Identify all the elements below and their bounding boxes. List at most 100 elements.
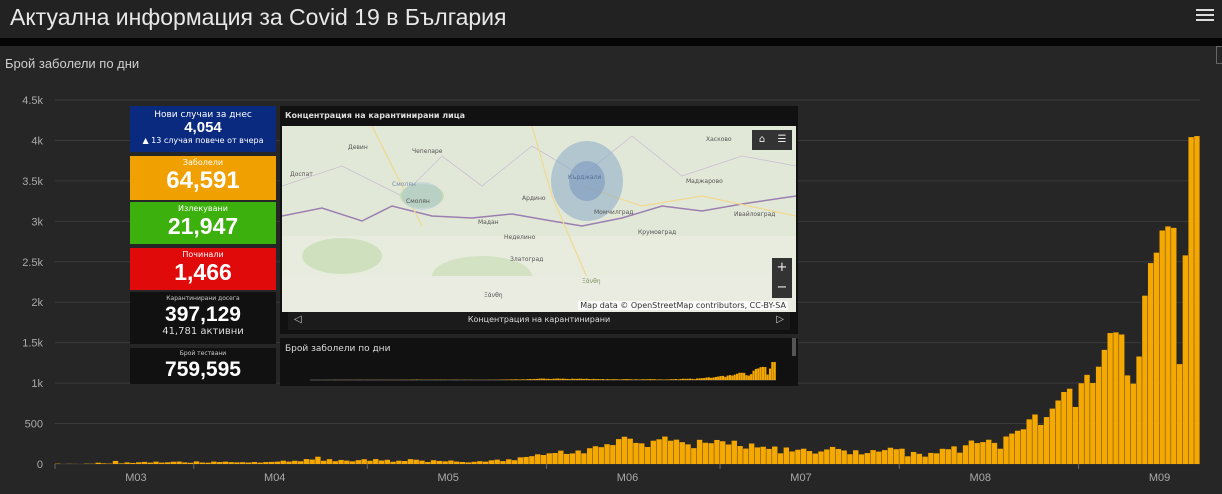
bar [725, 444, 732, 464]
bar [517, 457, 524, 464]
bar [893, 449, 899, 464]
bar [841, 450, 847, 464]
mini-bar [747, 375, 750, 380]
bar [818, 451, 824, 464]
bar [876, 451, 882, 464]
mini-bar [738, 372, 741, 380]
map-label-devin: Девин [348, 144, 368, 151]
mini-bar [568, 379, 572, 380]
mini-bar [564, 378, 567, 380]
month-tick-label: M07 [790, 472, 811, 484]
bar [997, 448, 1003, 464]
bar [390, 461, 396, 464]
mini-bar [724, 376, 727, 380]
bar [321, 460, 327, 464]
bar [743, 448, 749, 464]
bar [1095, 366, 1102, 464]
mini-bar [519, 379, 522, 380]
bar [234, 462, 240, 464]
mini-bar [557, 378, 560, 380]
map-title: Концентрация на карантинирани лица [285, 111, 466, 120]
mini-bar [630, 379, 633, 380]
bar [1072, 406, 1079, 464]
new-cases-label: Нови случаи за днес [154, 110, 252, 120]
bar [124, 462, 130, 464]
month-tick-label: M04 [264, 472, 285, 484]
panel-scrollbar[interactable] [1216, 46, 1222, 64]
bar [263, 462, 269, 464]
bar [448, 460, 454, 464]
bar [1142, 295, 1148, 464]
map-zoom-in-button[interactable]: + [772, 258, 792, 278]
y-tick-label: 500 [25, 419, 43, 431]
map-label-xanthi: Ξάνθη [484, 292, 503, 299]
map-zoom-out-button[interactable]: − [772, 278, 792, 298]
hamburger-menu-icon[interactable] [1196, 6, 1214, 26]
mini-bar [615, 379, 619, 380]
bar [442, 461, 448, 464]
map-home-button[interactable]: ⌂ [752, 130, 772, 150]
bar [945, 449, 951, 464]
bar [477, 461, 483, 464]
bar [667, 440, 674, 464]
mini-bar [535, 378, 539, 380]
mini-bar [634, 379, 637, 380]
mini-bar [632, 379, 635, 380]
mini-bar [698, 378, 701, 380]
bar [297, 461, 304, 464]
mini-bar [571, 378, 574, 380]
bar [170, 461, 177, 464]
bar [419, 460, 425, 464]
mini-bar [554, 378, 557, 380]
mini-bar [745, 375, 748, 380]
bar [615, 439, 622, 464]
bar [506, 459, 512, 464]
mini-panel-scrollbar[interactable] [792, 338, 796, 356]
new-cases-value: 4,054 [184, 119, 222, 136]
bar [1130, 383, 1136, 464]
mini-bar [580, 378, 583, 380]
map-label-chepelare: Чепеларе [412, 148, 443, 155]
bar [933, 453, 940, 464]
bar [147, 462, 153, 464]
bar [378, 460, 385, 464]
map-next-arrow-icon[interactable]: ▷ [776, 314, 784, 325]
bar [1014, 430, 1021, 464]
bar [355, 460, 362, 464]
map-layer-list-button[interactable]: ☰ [772, 130, 792, 150]
map-label-zlatograd: Златоград [510, 256, 544, 263]
bar [1188, 137, 1194, 464]
bar [286, 461, 292, 464]
mini-bar [524, 379, 527, 380]
bar [639, 443, 645, 464]
mini-bar [764, 367, 767, 380]
mini-bar [620, 379, 623, 380]
bar [587, 448, 593, 464]
mini-bar [670, 379, 673, 380]
bar [928, 452, 934, 464]
mini-bar [768, 368, 772, 380]
mini-bar [750, 374, 753, 380]
mini-bar [590, 379, 593, 380]
mini-bar [707, 377, 710, 380]
quarantine-map[interactable]: Девин Чепеларе Хасково Смолян Кърджали М… [282, 126, 796, 312]
bar [685, 444, 691, 464]
mini-chart-title: Брой заболели по дни [285, 344, 391, 354]
bar [569, 453, 576, 464]
mini-bar [545, 378, 548, 380]
bar [471, 461, 477, 464]
mini-bar [512, 379, 515, 380]
bar [748, 443, 755, 464]
bar [1147, 263, 1154, 464]
bar [905, 456, 911, 464]
bar [384, 459, 391, 464]
mini-bar [611, 379, 614, 380]
bar [991, 442, 998, 464]
infected-card: Заболели 64,591 [130, 156, 276, 200]
bar [656, 439, 662, 464]
bar [922, 456, 928, 464]
bar [153, 461, 159, 464]
mini-bar [731, 375, 734, 380]
mini-bar [540, 378, 543, 380]
y-tick-label: 3.5k [22, 176, 43, 188]
